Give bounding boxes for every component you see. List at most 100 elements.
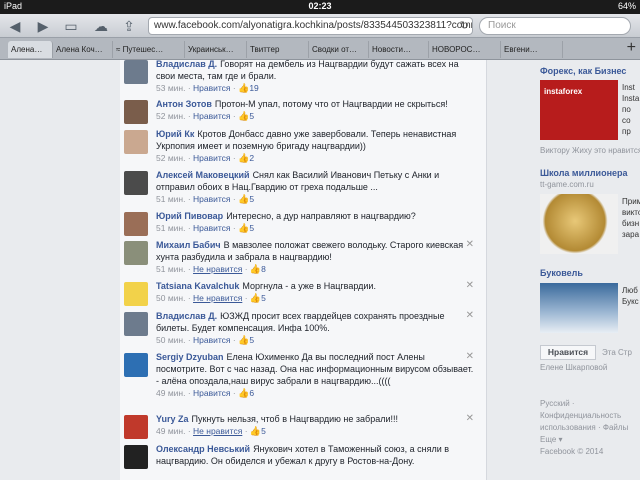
close-icon[interactable]: ✕ [466,239,474,250]
new-tab-icon[interactable]: + [627,39,636,57]
like-link[interactable]: Нравится [193,335,231,345]
comment-text: Кротов Донбасс давно уже завербовали. Те… [156,129,457,151]
comment-meta: 50 мин. · Не нравится · 👍5 [156,293,266,303]
browser-tab[interactable]: ≈ Путешес… [113,41,185,58]
browser-tab[interactable]: НОВОРОС… [429,41,501,58]
ad-bukovel-image[interactable] [540,283,618,333]
like-link[interactable]: Нравится [193,83,231,93]
comment-time[interactable]: 52 мин. [156,111,185,121]
like-link[interactable]: Не нравится [193,426,242,436]
close-icon[interactable]: ✕ [466,413,474,424]
close-icon[interactable]: ✕ [466,351,474,362]
comment-author[interactable]: Юрий Пивовар [156,211,223,221]
like-count[interactable]: 5 [261,426,266,436]
ad-school-title[interactable]: Школа миллионера [540,168,628,178]
close-icon[interactable]: ✕ [466,280,474,291]
thumbs-up-icon: 👍 [238,223,250,233]
comment-author[interactable]: Алексей Маковецкий [156,170,250,180]
avatar[interactable] [124,241,148,265]
left-margin [0,60,120,480]
search-input[interactable]: Поиск [479,17,631,35]
like-count[interactable]: 19 [249,83,258,93]
browser-tab[interactable]: Алена Коч… [53,41,113,58]
avatar[interactable] [124,212,148,236]
share-icon[interactable]: ⇪ [120,17,138,35]
like-link[interactable]: Не нравится [193,293,242,303]
like-count[interactable]: 5 [249,223,254,233]
like-count[interactable]: 6 [249,388,254,398]
like-link[interactable]: Нравится [193,111,231,121]
comment-meta: 53 мин. · Нравится · 👍19 [156,83,259,93]
like-count[interactable]: 5 [249,194,254,204]
avatar[interactable] [124,100,148,124]
comment-author[interactable]: Антон Зотов [156,99,212,109]
comment-time[interactable]: 53 мин. [156,83,185,93]
comment-author[interactable]: Владислав Д. [156,60,217,69]
comment-time[interactable]: 50 мин. [156,335,185,345]
ad-school-image[interactable] [540,194,618,254]
comment-author[interactable]: Владислав Д. [156,311,217,321]
ad-school-text: Примвиктобизнзара [622,197,640,239]
cloud-icon[interactable]: ☁ [92,17,110,35]
comment-time[interactable]: 49 мин. [156,388,185,398]
ad-bukovel-title[interactable]: Буковель [540,268,583,278]
browser-tab[interactable]: Сводки от… [309,41,369,58]
thumbs-up-icon: 👍 [238,194,250,204]
comment-text: Моргнула - а уже в Нацгвардии. [242,281,376,291]
like-link[interactable]: Нравится [193,223,231,233]
comment-author[interactable]: Юрий Кк [156,129,194,139]
comment-text: Пукнуть нельзя, чтоб в Нацгвардию не заб… [191,414,398,424]
comment-body: Олександр Невський Янукович хотел в Тамож… [156,443,476,467]
like-link[interactable]: Нравится [193,153,231,163]
avatar[interactable] [124,445,148,469]
forward-icon[interactable]: ▶ [34,17,52,35]
comment-time[interactable]: 51 мин. [156,194,185,204]
footer-line-2[interactable]: использования · Файлы [540,422,640,434]
comment-author[interactable]: Sergiy Dzyuban [156,352,224,362]
avatar[interactable] [124,130,148,154]
browser-tab[interactable]: Евгени… [501,41,563,58]
comment-body: Tatsiana Kavalchuk Моргнула - а уже в Нац… [156,280,476,304]
like-count[interactable]: 5 [249,335,254,345]
comment-body: Юрий Пивовар Интересно, а дур направляют … [156,210,476,234]
footer-line-3[interactable]: Еще ▾ [540,434,640,446]
footer-line-1[interactable]: Русский · Конфиденциальность [540,398,640,422]
avatar[interactable] [124,415,148,439]
avatar[interactable] [124,353,148,377]
avatar[interactable] [124,312,148,336]
close-icon[interactable]: ✕ [466,310,474,321]
comment-author[interactable]: Tatsiana Kavalchuk [156,281,239,291]
bookmarks-icon[interactable]: ▭ [62,17,80,35]
like-count[interactable]: 5 [261,293,266,303]
comment-author[interactable]: Олександр Невський [156,444,250,454]
browser-tab[interactable]: Украинськ… [185,41,247,58]
like-link[interactable]: Не нравится [193,264,242,274]
avatar[interactable] [124,60,148,84]
address-bar[interactable]: www.facebook.com/alyonatigra.kochkina/po… [148,17,473,35]
ios-status-bar: iPad 02:23 64% [0,0,640,14]
back-icon[interactable]: ◀ [6,17,24,35]
comment-time[interactable]: 50 мин. [156,293,185,303]
comment-time[interactable]: 51 мин. [156,264,185,274]
like-link[interactable]: Нравится [193,388,231,398]
like-count[interactable]: 8 [261,264,266,274]
comment-author[interactable]: Михаил Бабич [156,240,221,250]
like-count[interactable]: 5 [249,111,254,121]
browser-tab[interactable]: Алена… [8,41,53,58]
ad-forex-title[interactable]: Форекс, как Бизнес [540,66,626,76]
ad-forex-image[interactable]: instaforex [540,80,618,140]
like-link[interactable]: Нравится [193,194,231,204]
comment-time[interactable]: 51 мин. [156,223,185,233]
avatar[interactable] [124,171,148,195]
comment-author[interactable]: Yury Za [156,414,189,424]
ad-forex-caption: instaforex [544,87,583,96]
comment-time[interactable]: 49 мин. [156,426,185,436]
comment-time[interactable]: 52 мин. [156,153,185,163]
page-like-button[interactable]: Нравится [540,345,596,360]
like-count[interactable]: 2 [249,153,254,163]
browser-tab[interactable]: Твиттер [247,41,309,58]
reload-icon[interactable]: ↻ [460,18,469,34]
comment-meta: 49 мин. · Нравится · 👍6 [156,388,255,398]
avatar[interactable] [124,282,148,306]
browser-tab[interactable]: Новости… [369,41,429,58]
